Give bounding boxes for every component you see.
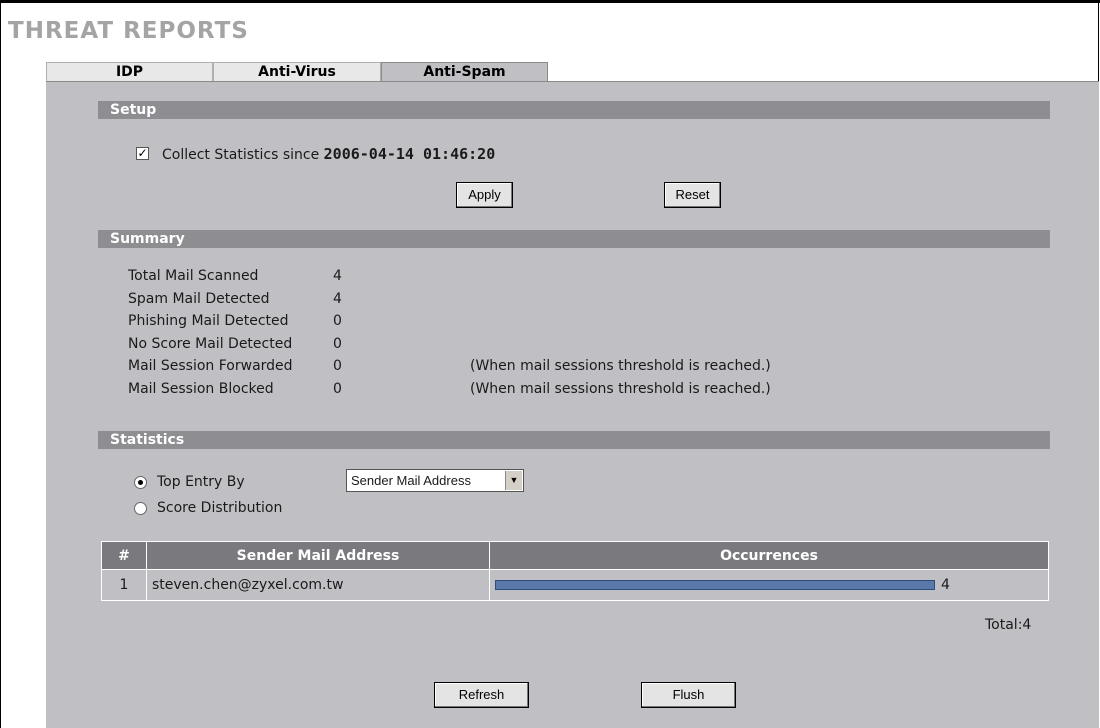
row-sender-address: steven.chen@zyxel.com.tw	[146, 569, 490, 601]
summary-value: 0	[333, 358, 342, 374]
tab-anti-spam[interactable]: Anti-Spam	[381, 62, 548, 82]
summary-label: Mail Session Blocked	[128, 381, 274, 397]
top-entry-radio[interactable]	[134, 476, 147, 489]
top-entry-label: Top Entry By	[157, 474, 245, 490]
tab-anti-virus[interactable]: Anti-Virus	[213, 62, 381, 81]
refresh-button[interactable]: Refresh	[434, 682, 529, 708]
summary-note: (When mail sessions threshold is reached…	[470, 381, 771, 397]
summary-value: 4	[333, 291, 342, 307]
collect-statistics-checkbox[interactable]: ✓	[136, 147, 149, 160]
flush-button[interactable]: Flush	[641, 682, 736, 708]
page-title: THREAT REPORTS	[8, 18, 249, 44]
score-distribution-radio[interactable]	[134, 502, 147, 515]
reset-button[interactable]: Reset	[664, 182, 721, 208]
column-header-occurrences: Occurrences	[489, 541, 1049, 570]
occurrence-bar-track	[495, 580, 935, 590]
collect-since-timestamp: 2006-04-14 01:46:20	[323, 145, 496, 163]
summary-value: 0	[333, 336, 342, 352]
summary-label: Phishing Mail Detected	[128, 313, 289, 329]
total-count: Total:4	[985, 617, 1032, 633]
statistics-table: # Sender Mail Address Occurrences 1 stev…	[101, 541, 1049, 601]
tab-idp[interactable]: IDP	[46, 62, 213, 81]
row-occurrences-cell: 4	[489, 569, 1049, 601]
apply-button[interactable]: Apply	[456, 182, 513, 208]
column-header-index: #	[101, 541, 147, 570]
collect-statistics-text: Collect Statistics since	[162, 147, 320, 163]
anti-spam-panel	[46, 81, 1099, 728]
statistics-section-header: Statistics	[98, 431, 1050, 449]
table-row: 1 steven.chen@zyxel.com.tw 4	[101, 569, 1049, 601]
top-entry-select-value: Sender Mail Address	[351, 473, 471, 488]
checkmark-icon: ✓	[137, 146, 148, 160]
summary-label: Spam Mail Detected	[128, 291, 270, 307]
summary-value: 4	[333, 268, 342, 284]
summary-label: Mail Session Forwarded	[128, 358, 293, 374]
collect-statistics-label: Collect Statistics since 2006-04-14 01:4…	[162, 145, 495, 163]
row-occurrences-count: 4	[941, 577, 950, 593]
score-distribution-label: Score Distribution	[157, 500, 283, 516]
summary-note: (When mail sessions threshold is reached…	[470, 358, 771, 374]
column-header-sender: Sender Mail Address	[146, 541, 490, 570]
summary-label: Total Mail Scanned	[128, 268, 259, 284]
row-index: 1	[101, 569, 147, 601]
top-entry-select[interactable]: Sender Mail Address ▼	[346, 469, 524, 492]
summary-value: 0	[333, 381, 342, 397]
dropdown-arrow-icon[interactable]: ▼	[505, 471, 522, 490]
summary-value: 0	[333, 313, 342, 329]
occurrence-bar	[495, 580, 935, 590]
setup-section-header: Setup	[98, 101, 1050, 119]
summary-label: No Score Mail Detected	[128, 336, 293, 352]
summary-section-header: Summary	[98, 230, 1050, 248]
